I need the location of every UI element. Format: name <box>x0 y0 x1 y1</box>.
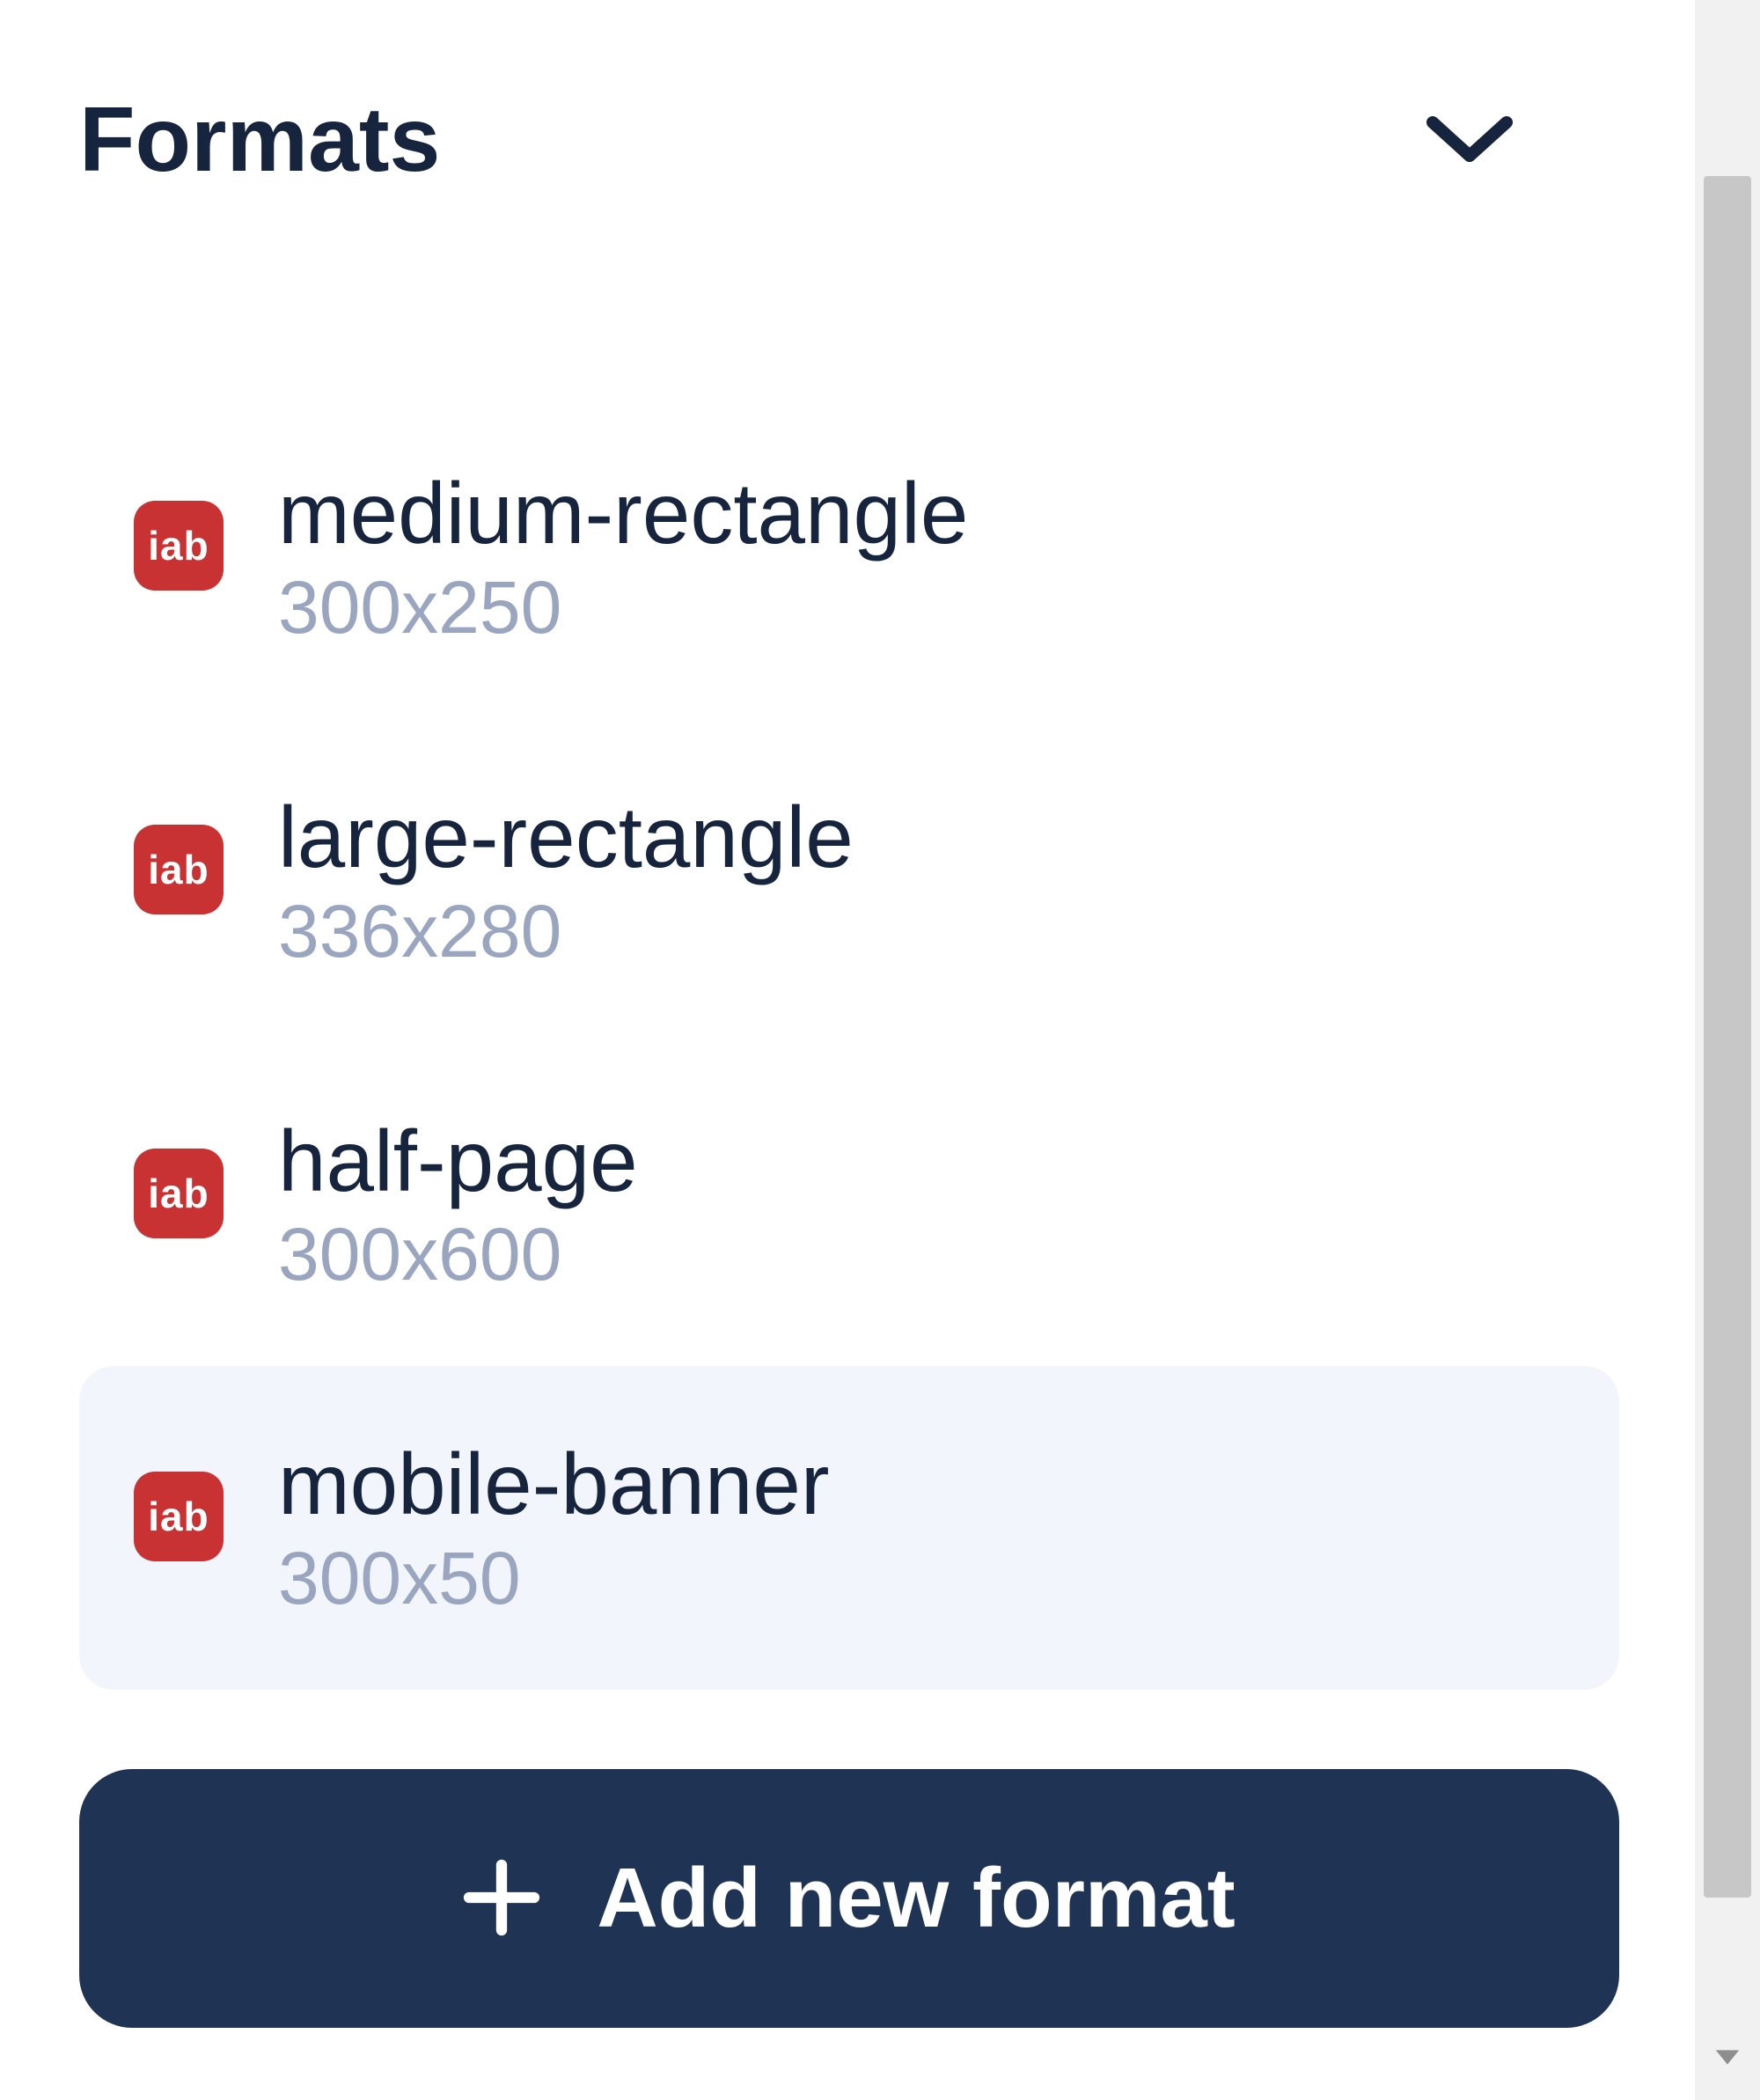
format-item-text: large-rectangle 336x280 <box>278 789 854 973</box>
formats-section-header[interactable]: Formats <box>79 88 1619 193</box>
format-item-text: half-page 300x600 <box>278 1113 638 1296</box>
add-new-format-label: Add new format <box>597 1850 1235 1947</box>
format-dimensions: 300x250 <box>278 566 968 649</box>
add-new-format-button[interactable]: Add new format <box>79 1769 1619 2028</box>
iab-icon: iab <box>134 1472 224 1561</box>
iab-icon: iab <box>134 1149 224 1238</box>
format-dimensions: 300x600 <box>278 1213 638 1296</box>
format-item-text: mobile-banner 300x50 <box>278 1436 829 1619</box>
format-list: iab medium-rectangle 300x250 iab large-r… <box>79 395 1619 1690</box>
format-name: mobile-banner <box>278 1436 829 1533</box>
format-item-large-rectangle[interactable]: iab large-rectangle 336x280 <box>79 719 1619 1043</box>
formats-panel: Formats iab medium-rectangle 300x250 iab… <box>0 0 1672 2100</box>
iab-icon: iab <box>134 501 224 591</box>
format-name: large-rectangle <box>278 789 854 886</box>
chevron-down-icon <box>1426 110 1514 171</box>
scrollbar-thumb[interactable] <box>1704 176 1751 1898</box>
iab-icon: iab <box>134 825 224 914</box>
format-dimensions: 300x50 <box>278 1537 829 1619</box>
vertical-scrollbar[interactable] <box>1695 0 1760 2100</box>
format-item-mobile-banner[interactable]: iab mobile-banner 300x50 <box>79 1366 1619 1690</box>
format-item-text: medium-rectangle 300x250 <box>278 466 968 649</box>
formats-section-title: Formats <box>79 88 440 193</box>
scrollbar-down-arrow-icon[interactable] <box>1695 2012 1760 2100</box>
plus-icon <box>463 1859 540 1939</box>
format-name: medium-rectangle <box>278 466 968 562</box>
scrollbar-track[interactable] <box>1695 0 1760 2012</box>
format-name: half-page <box>278 1113 638 1210</box>
format-dimensions: 336x280 <box>278 890 854 973</box>
format-item-medium-rectangle[interactable]: iab medium-rectangle 300x250 <box>79 395 1619 719</box>
format-item-half-page[interactable]: iab half-page 300x600 <box>79 1043 1619 1367</box>
